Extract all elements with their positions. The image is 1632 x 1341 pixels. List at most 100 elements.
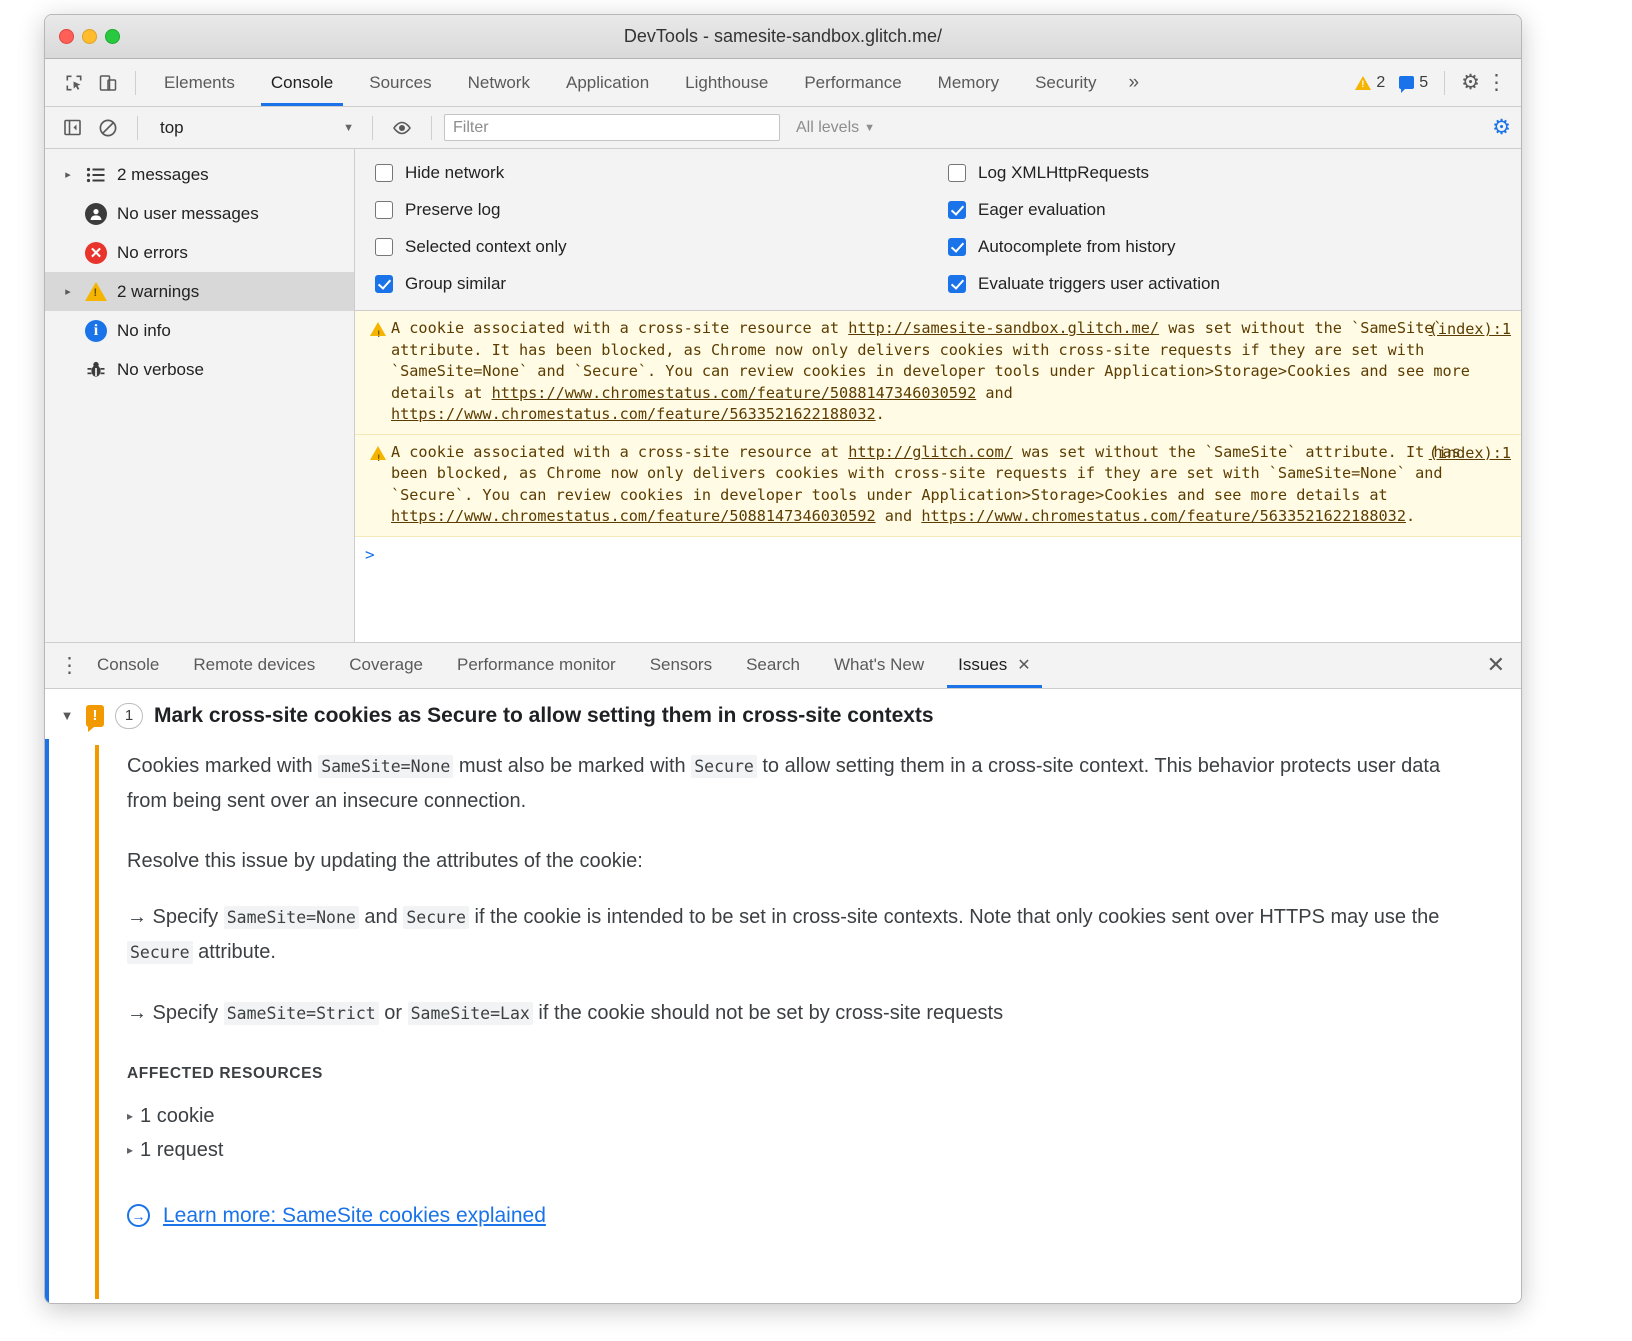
console-message-source-link[interactable]: (index):1: [1429, 443, 1511, 465]
arrow-right-icon: →: [127, 1002, 147, 1024]
console-message-span: .: [876, 405, 885, 423]
devtools-window: DevTools - samesite-sandbox.glitch.me/ E…: [44, 14, 1522, 1304]
drawer-tab-issues[interactable]: Issues ✕: [941, 643, 1048, 688]
drawer-more-options-icon[interactable]: ⋮: [59, 655, 80, 676]
sidebar-item-user-messages[interactable]: No user messages: [45, 194, 354, 233]
console-message-row[interactable]: A cookie associated with a cross-site re…: [355, 311, 1521, 435]
code-samesite-none: SameSite=None: [318, 755, 453, 778]
expand-arrow-icon[interactable]: ▸: [127, 1133, 133, 1167]
arrow-right-icon: →: [127, 906, 147, 928]
tab-sources[interactable]: Sources: [351, 59, 449, 106]
drawer-tab-search[interactable]: Search: [729, 643, 817, 688]
close-drawer-icon[interactable]: ✕: [1487, 652, 1511, 678]
drawer-tab-console[interactable]: Console: [80, 643, 176, 688]
devtools-more-options-icon[interactable]: ⋮: [1486, 72, 1507, 93]
console-prompt[interactable]: >: [355, 537, 1521, 572]
checkbox-box[interactable]: [375, 164, 393, 182]
checkbox-box[interactable]: [948, 238, 966, 256]
checkbox-eager-evaluation[interactable]: Eager evaluation: [948, 200, 1220, 220]
console-filter-input[interactable]: Filter: [444, 114, 780, 141]
sidebar-item-messages[interactable]: ▸ 2 messages: [45, 155, 354, 194]
tab-performance[interactable]: Performance: [786, 59, 919, 106]
console-message-link[interactable]: https://www.chromestatus.com/feature/508…: [391, 507, 876, 525]
close-icon[interactable]: ✕: [1017, 655, 1030, 675]
issue-paragraph-2: Resolve this issue by updating the attri…: [127, 844, 1441, 878]
tab-network[interactable]: Network: [450, 59, 548, 106]
expand-arrow-icon[interactable]: ▸: [127, 1099, 133, 1133]
console-toolbar-right: ⚙: [1492, 115, 1511, 140]
tab-security[interactable]: Security: [1017, 59, 1114, 106]
checkbox-box[interactable]: [948, 201, 966, 219]
tab-elements[interactable]: Elements: [146, 59, 253, 106]
clear-console-icon[interactable]: [91, 113, 125, 143]
bullet2-mid: or: [379, 1002, 408, 1024]
affected-resources-title: AFFECTED RESOURCES: [127, 1057, 1441, 1091]
bullet1-post: attribute.: [193, 941, 276, 963]
live-expression-eye-icon[interactable]: [385, 113, 419, 143]
issue-paragraph-1: Cookies marked with SameSite=None must a…: [127, 749, 1441, 818]
issue-title: Mark cross-site cookies as Secure to all…: [154, 704, 934, 728]
message-count-badge[interactable]: 5: [1399, 74, 1428, 92]
sidebar-item-errors[interactable]: ✕ No errors: [45, 233, 354, 272]
bullet1-pre: Specify: [147, 906, 224, 928]
checkbox-group-similar[interactable]: Group similar: [375, 274, 940, 294]
console-message-source-link[interactable]: (index):1: [1429, 319, 1511, 341]
inspect-element-icon[interactable]: [57, 66, 91, 100]
console-message-link[interactable]: https://www.chromestatus.com/feature/563…: [391, 405, 876, 423]
checkbox-autocomplete-from-history[interactable]: Autocomplete from history: [948, 237, 1220, 257]
expand-arrow-icon[interactable]: ▸: [57, 168, 79, 181]
collapse-arrow-icon[interactable]: ▼: [59, 708, 75, 723]
checkbox-box[interactable]: [375, 201, 393, 219]
more-tabs-chevron-icon[interactable]: »: [1115, 59, 1154, 106]
sidebar-item-warnings[interactable]: ▸ 2 warnings: [45, 272, 354, 311]
log-levels-select[interactable]: All levels ▼: [796, 119, 875, 137]
affected-resource-cookie[interactable]: ▸ 1 cookie: [127, 1099, 1441, 1133]
settings-gear-icon[interactable]: ⚙: [1461, 70, 1480, 95]
affected-resource-request[interactable]: ▸ 1 request: [127, 1133, 1441, 1167]
drawer-tab-coverage[interactable]: Coverage: [332, 643, 440, 688]
sidebar-item-label: No errors: [117, 243, 188, 263]
affected-resource-label: 1 request: [140, 1133, 223, 1167]
checkbox-box[interactable]: [948, 275, 966, 293]
console-settings-panel: Hide network Preserve log Selected conte…: [355, 149, 1521, 311]
checkbox-selected-context-only[interactable]: Selected context only: [375, 237, 940, 257]
checkbox-preserve-log[interactable]: Preserve log: [375, 200, 940, 220]
learn-more-row[interactable]: → Learn more: SameSite cookies explained: [127, 1199, 1441, 1233]
console-message-link[interactable]: https://www.chromestatus.com/feature/508…: [492, 384, 977, 402]
drawer-tab-performance-monitor[interactable]: Performance monitor: [440, 643, 633, 688]
console-message-link[interactable]: http://glitch.com/: [848, 443, 1013, 461]
execution-context-select[interactable]: top ▼: [150, 114, 360, 142]
issue-header[interactable]: ▼ ! 1 Mark cross-site cookies as Secure …: [45, 689, 1521, 739]
expand-arrow-icon[interactable]: ▸: [57, 285, 79, 298]
sidebar-item-verbose[interactable]: No verbose: [45, 350, 354, 389]
warning-count-badge[interactable]: 2: [1355, 74, 1385, 92]
console-message-link[interactable]: https://www.chromestatus.com/feature/563…: [921, 507, 1406, 525]
tab-lighthouse[interactable]: Lighthouse: [667, 59, 786, 106]
checkbox-box[interactable]: [375, 238, 393, 256]
checkbox-label: Autocomplete from history: [978, 237, 1175, 257]
console-settings-gear-icon[interactable]: ⚙: [1492, 115, 1511, 140]
checkbox-evaluate-triggers-user-activation[interactable]: Evaluate triggers user activation: [948, 274, 1220, 294]
console-message-row[interactable]: A cookie associated with a cross-site re…: [355, 435, 1521, 537]
learn-more-link[interactable]: Learn more: SameSite cookies explained: [163, 1199, 546, 1233]
drawer-tab-remote-devices[interactable]: Remote devices: [176, 643, 332, 688]
console-message-text: A cookie associated with a cross-site re…: [391, 318, 1511, 426]
drawer-tab-sensors[interactable]: Sensors: [633, 643, 729, 688]
checkbox-log-xmlhttprequests[interactable]: Log XMLHttpRequests: [948, 163, 1220, 183]
device-toolbar-icon[interactable]: [91, 66, 125, 100]
warning-triangle-icon: [1355, 76, 1371, 90]
checkbox-box[interactable]: [375, 275, 393, 293]
window-title: DevTools - samesite-sandbox.glitch.me/: [45, 26, 1521, 47]
console-message-link[interactable]: http://samesite-sandbox.glitch.me/: [848, 319, 1159, 337]
console-settings-left-column: Hide network Preserve log Selected conte…: [355, 163, 940, 294]
toggle-console-sidebar-icon[interactable]: [55, 113, 89, 143]
sidebar-item-info[interactable]: i No info: [45, 311, 354, 350]
tab-application[interactable]: Application: [548, 59, 667, 106]
checkbox-box[interactable]: [948, 164, 966, 182]
drawer-tab-whats-new[interactable]: What's New: [817, 643, 941, 688]
tab-memory[interactable]: Memory: [920, 59, 1017, 106]
warning-icon: [365, 442, 391, 528]
checkbox-hide-network[interactable]: Hide network: [375, 163, 940, 183]
tab-console[interactable]: Console: [253, 59, 351, 106]
checkbox-label: Eager evaluation: [978, 200, 1106, 220]
